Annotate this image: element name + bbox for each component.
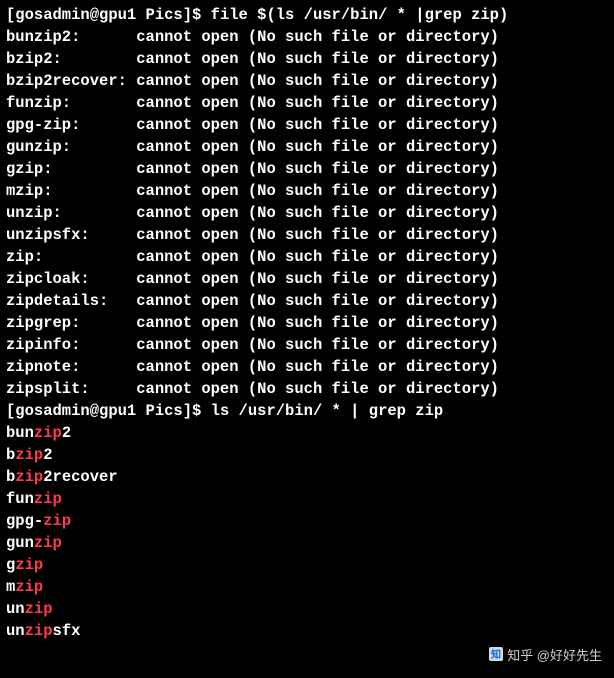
grep-match: zip <box>15 468 43 486</box>
file-output-line: gunzip: cannot open (No such file or dir… <box>6 138 499 156</box>
file-output-line: unzipsfx: cannot open (No such file or d… <box>6 226 499 244</box>
grep-match: zip <box>34 424 62 442</box>
watermark: 知 知乎 @好好先生 <box>489 645 602 668</box>
grep-pre: bun <box>6 424 34 442</box>
terminal-line: gunzip: cannot open (No such file or dir… <box>6 136 608 158</box>
file-output-line: zipsplit: cannot open (No such file or d… <box>6 380 499 398</box>
terminal-line: funzip: cannot open (No such file or dir… <box>6 92 608 114</box>
terminal-output: [gosadmin@gpu1 Pics]$ file $(ls /usr/bin… <box>6 4 608 642</box>
grep-pre: b <box>6 468 15 486</box>
file-output-line: gzip: cannot open (No such file or direc… <box>6 160 499 178</box>
grep-match: zip <box>34 490 62 508</box>
terminal-line: zipinfo: cannot open (No such file or di… <box>6 334 608 356</box>
terminal-line: funzip <box>6 488 608 510</box>
terminal-line: zip: cannot open (No such file or direct… <box>6 246 608 268</box>
grep-pre: un <box>6 622 25 640</box>
file-output-line: bzip2recover: cannot open (No such file … <box>6 72 499 90</box>
grep-match: zip <box>15 556 43 574</box>
terminal-line: gzip: cannot open (No such file or direc… <box>6 158 608 180</box>
terminal-line: unzip <box>6 598 608 620</box>
file-output-line: zipgrep: cannot open (No such file or di… <box>6 314 499 332</box>
svg-text:知: 知 <box>490 648 501 661</box>
terminal-line: bzip2 <box>6 444 608 466</box>
terminal-line: zipgrep: cannot open (No such file or di… <box>6 312 608 334</box>
terminal-line: unzipsfx <box>6 620 608 642</box>
terminal-line: unzipsfx: cannot open (No such file or d… <box>6 224 608 246</box>
terminal-line: bunzip2: cannot open (No such file or di… <box>6 26 608 48</box>
terminal-line: zipnote: cannot open (No such file or di… <box>6 356 608 378</box>
terminal-line: gunzip <box>6 532 608 554</box>
file-output-line: unzip: cannot open (No such file or dire… <box>6 204 499 222</box>
shell-prompt: [gosadmin@gpu1 Pics]$ <box>6 402 211 420</box>
file-output-line: zipinfo: cannot open (No such file or di… <box>6 336 499 354</box>
watermark-text: 知乎 @好好先生 <box>507 648 602 663</box>
file-output-line: gpg-zip: cannot open (No such file or di… <box>6 116 499 134</box>
grep-post: 2 <box>62 424 71 442</box>
zhihu-icon: 知 <box>489 646 503 668</box>
file-output-line: zipdetails: cannot open (No such file or… <box>6 292 499 310</box>
grep-match: zip <box>43 512 71 530</box>
grep-match: zip <box>25 622 53 640</box>
file-output-line: zipcloak: cannot open (No such file or d… <box>6 270 499 288</box>
grep-match: zip <box>34 534 62 552</box>
grep-pre: b <box>6 446 15 464</box>
file-output-line: funzip: cannot open (No such file or dir… <box>6 94 499 112</box>
grep-post: 2 <box>43 446 52 464</box>
grep-match: zip <box>15 578 43 596</box>
terminal-line: unzip: cannot open (No such file or dire… <box>6 202 608 224</box>
terminal-line: [gosadmin@gpu1 Pics]$ ls /usr/bin/ * | g… <box>6 400 608 422</box>
grep-pre: gpg- <box>6 512 43 530</box>
grep-pre: un <box>6 600 25 618</box>
terminal-line: bzip2recover <box>6 466 608 488</box>
terminal-line: bzip2recover: cannot open (No such file … <box>6 70 608 92</box>
grep-pre: g <box>6 556 15 574</box>
terminal-line: mzip: cannot open (No such file or direc… <box>6 180 608 202</box>
shell-prompt: [gosadmin@gpu1 Pics]$ <box>6 6 211 24</box>
terminal-line: gzip <box>6 554 608 576</box>
file-output-line: zip: cannot open (No such file or direct… <box>6 248 499 266</box>
grep-pre: gun <box>6 534 34 552</box>
file-output-line: bunzip2: cannot open (No such file or di… <box>6 28 499 46</box>
terminal-line: gpg-zip <box>6 510 608 532</box>
terminal-line: zipsplit: cannot open (No such file or d… <box>6 378 608 400</box>
grep-pre: fun <box>6 490 34 508</box>
terminal-line: zipcloak: cannot open (No such file or d… <box>6 268 608 290</box>
grep-pre: m <box>6 578 15 596</box>
file-output-line: bzip2: cannot open (No such file or dire… <box>6 50 499 68</box>
shell-command: ls /usr/bin/ * | grep zip <box>211 402 444 420</box>
terminal-line: mzip <box>6 576 608 598</box>
terminal-line: bzip2: cannot open (No such file or dire… <box>6 48 608 70</box>
terminal-line: gpg-zip: cannot open (No such file or di… <box>6 114 608 136</box>
terminal-line: bunzip2 <box>6 422 608 444</box>
terminal-line: zipdetails: cannot open (No such file or… <box>6 290 608 312</box>
file-output-line: mzip: cannot open (No such file or direc… <box>6 182 499 200</box>
file-output-line: zipnote: cannot open (No such file or di… <box>6 358 499 376</box>
grep-post: sfx <box>53 622 81 640</box>
shell-command: file $(ls /usr/bin/ * |grep zip) <box>211 6 509 24</box>
grep-post: 2recover <box>43 468 117 486</box>
grep-match: zip <box>25 600 53 618</box>
grep-match: zip <box>15 446 43 464</box>
terminal-line: [gosadmin@gpu1 Pics]$ file $(ls /usr/bin… <box>6 4 608 26</box>
